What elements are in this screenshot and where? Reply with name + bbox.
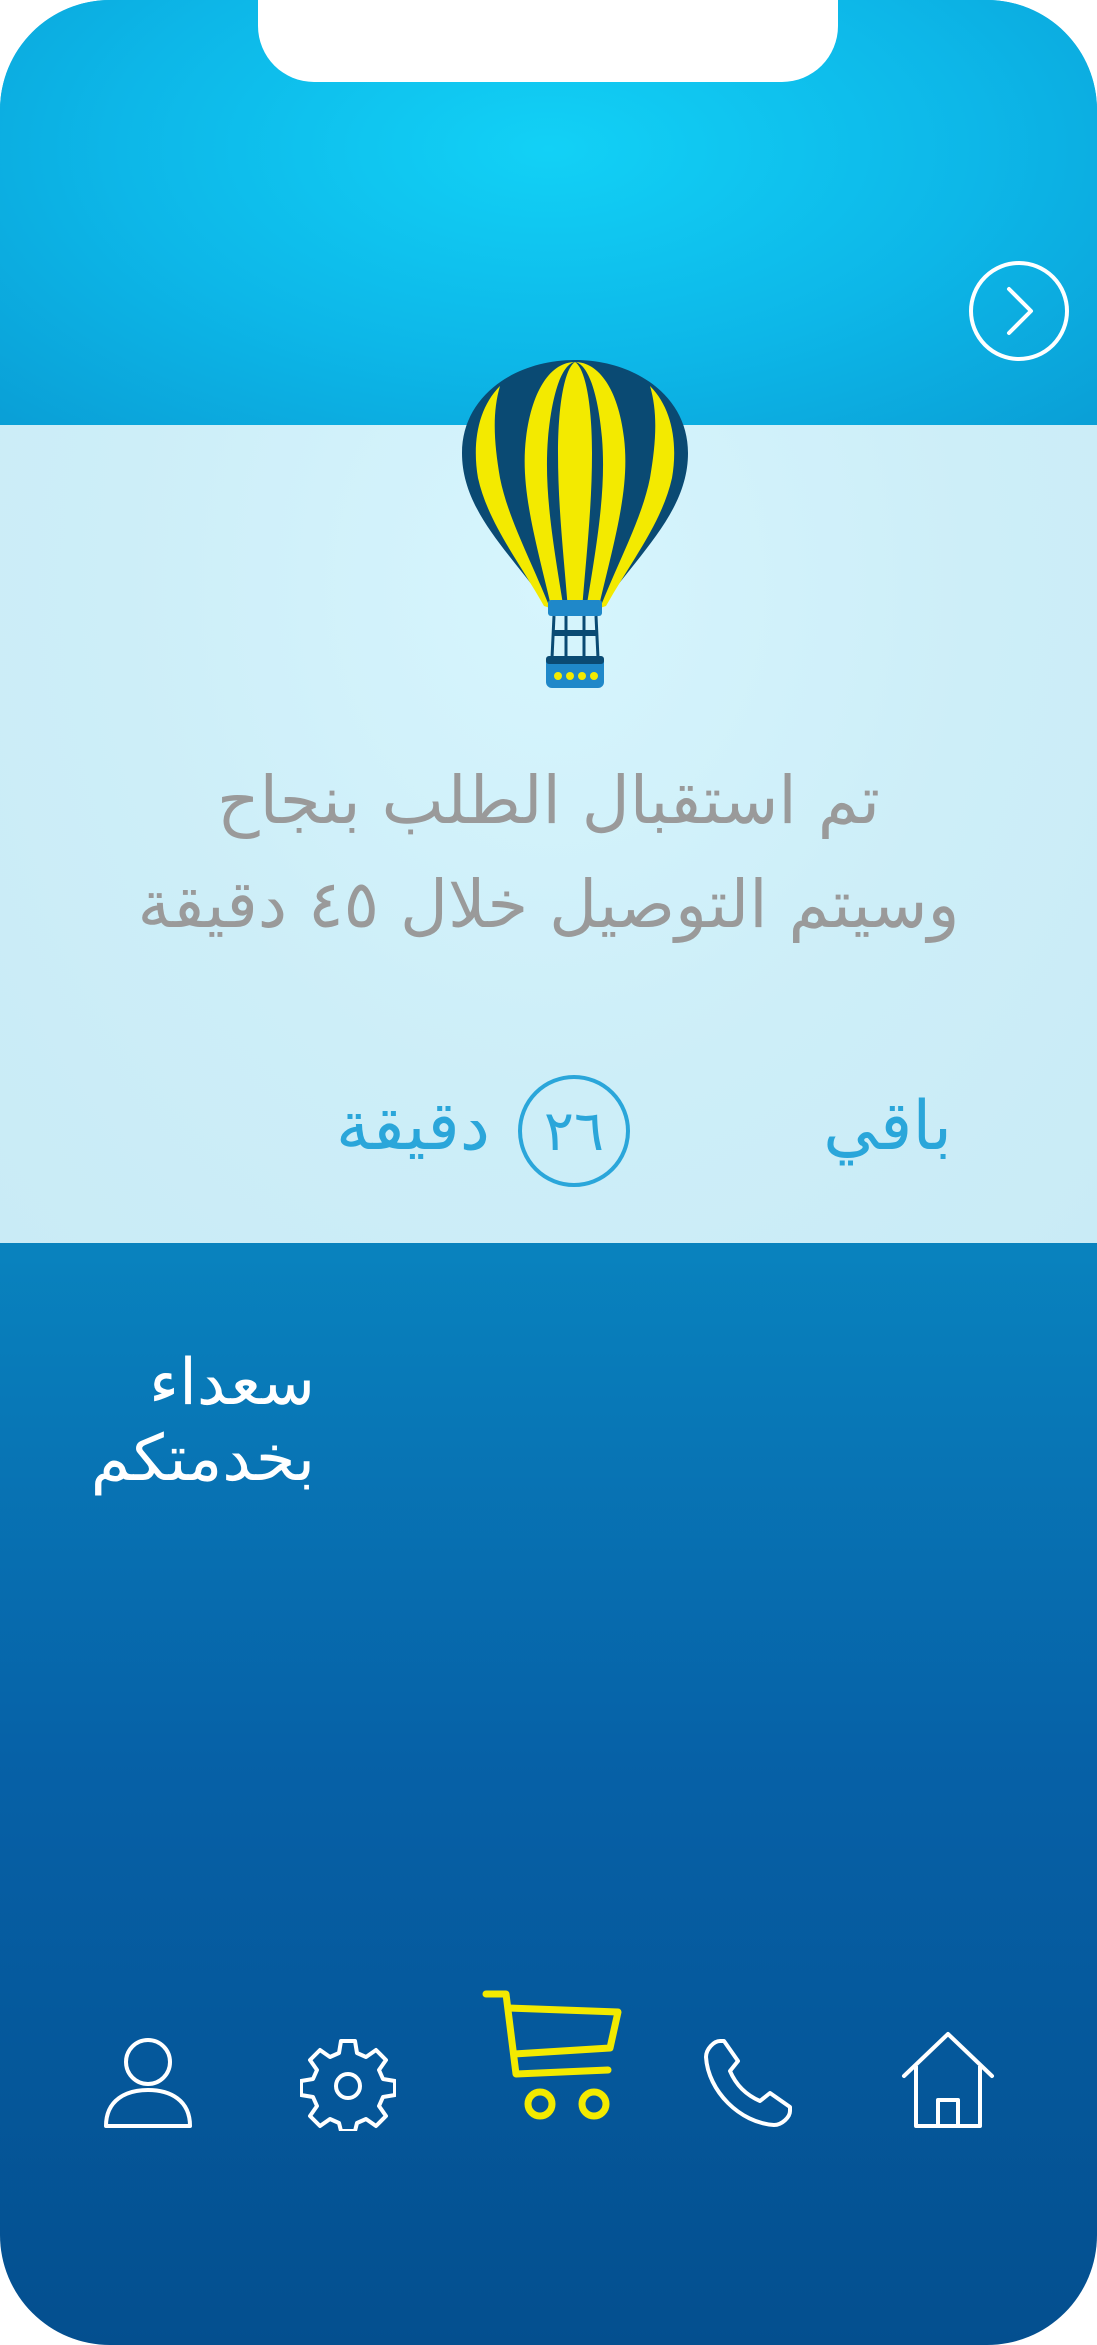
nav-cart-button[interactable] (482, 1988, 622, 2128)
device-notch (258, 0, 838, 82)
nav-call-button[interactable] (700, 2035, 796, 2131)
slogan-line1: سعداء (149, 1346, 315, 1420)
delivery-time-message: وسيتم التوصيل خلال ٤٥ دقيقة (137, 866, 960, 943)
slogan-line2: بخدمتكم (90, 1422, 315, 1496)
nav-home-button[interactable] (900, 2030, 996, 2130)
remaining-minutes-value: ٢٦ (543, 1098, 605, 1164)
hot-air-balloon-icon (462, 360, 688, 688)
nav-settings-button[interactable] (300, 2035, 396, 2131)
remaining-time: باقي ٢٦ دقيقة (0, 1075, 1097, 1195)
chevron-right-icon (1007, 287, 1033, 335)
nav-profile-button[interactable] (100, 2034, 196, 2130)
bottom-navigation (0, 1980, 1097, 2160)
phone-icon (704, 2039, 792, 2127)
cart-icon (482, 1990, 622, 2120)
success-message-line1: تم استقبال الطلب بنجاح (217, 762, 880, 839)
app-screen: تم استقبال الطلب بنجاح وسيتم التوصيل خلا… (0, 0, 1097, 2345)
home-icon (902, 2032, 994, 2128)
user-icon (104, 2038, 192, 2128)
slogan: سعداء بخدمتكم (60, 1345, 315, 1497)
remaining-unit: دقيقة (335, 1087, 490, 1166)
gear-icon (300, 2039, 396, 2131)
remaining-minutes-badge: ٢٦ (518, 1075, 630, 1187)
back-button[interactable] (969, 261, 1069, 361)
